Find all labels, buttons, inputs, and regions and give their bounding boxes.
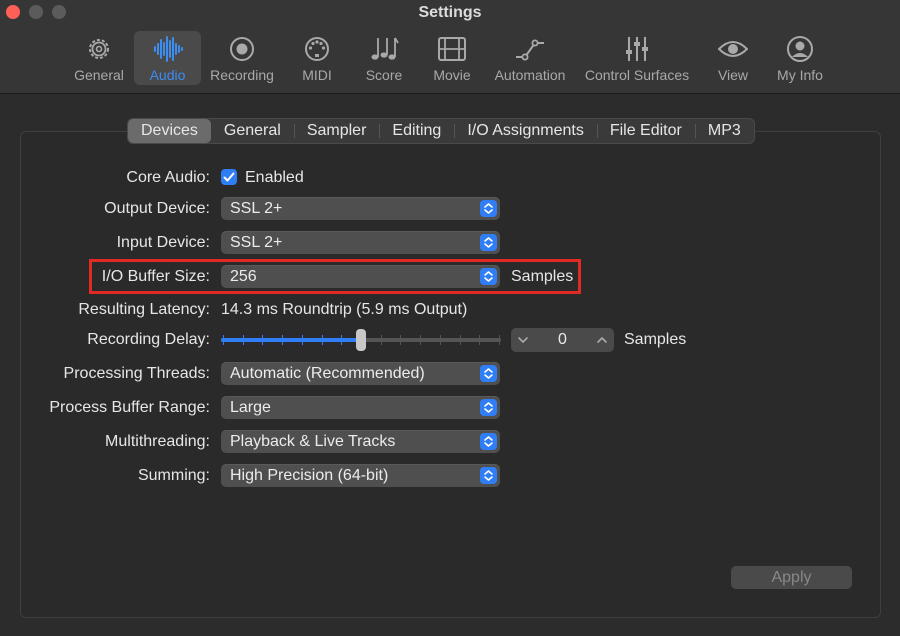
multithreading-label: Multithreading: [105, 433, 210, 450]
slider-tick [479, 335, 481, 345]
tab-general[interactable]: General [211, 119, 294, 143]
toolbar-label: Audio [149, 67, 186, 83]
slider-tick [282, 335, 284, 345]
output-device-value: SSL 2+ [230, 200, 283, 217]
toolbar-item-audio[interactable]: Audio [134, 31, 201, 85]
popup-chevrons-icon [480, 200, 497, 217]
toolbar-label: Automation [494, 67, 566, 83]
recording-delay-unit: Samples [624, 331, 687, 348]
apply-button[interactable]: Apply [731, 566, 852, 589]
summing-popup[interactable]: High Precision (64-bit) [221, 464, 500, 487]
slider-tick [262, 335, 264, 345]
faders-icon [626, 37, 648, 61]
toolbar-label: View [717, 67, 749, 83]
popup-chevrons-icon [480, 399, 497, 416]
resulting-latency-label: Resulting Latency: [78, 301, 210, 318]
process-buffer-range-popup[interactable]: Large [221, 396, 500, 419]
slider-tick [242, 335, 244, 345]
chevron-up-icon[interactable] [596, 334, 608, 346]
process-buffer-range-label: Process Buffer Range: [49, 399, 210, 416]
toolbar-item-general[interactable]: General [70, 31, 128, 85]
summing-label: Summing: [137, 467, 210, 484]
slider-tick [420, 335, 422, 345]
recording-delay-label: Recording Delay: [87, 331, 210, 348]
io-buffer-size-value: 256 [230, 268, 257, 285]
toolbar-label: Score [365, 67, 403, 83]
processing-threads-label: Processing Threads: [63, 365, 210, 382]
multithreading-popup[interactable]: Playback & Live Tracks [221, 430, 500, 453]
toolbar-item-automation[interactable]: Automation [492, 31, 568, 85]
input-device-label: Input Device: [116, 234, 210, 251]
midi-port-icon [305, 37, 329, 61]
automation-curve-icon [516, 39, 544, 61]
popup-chevrons-icon [480, 467, 497, 484]
core-audio-checkbox[interactable] [221, 169, 237, 185]
io-buffer-unit: Samples [511, 268, 574, 285]
tab-editing[interactable]: Editing [379, 119, 454, 143]
window-title: Settings [418, 4, 482, 21]
recording-delay-slider-thumb[interactable] [356, 329, 366, 351]
resulting-latency-value: 14.3 ms Roundtrip (5.9 ms Output) [221, 301, 468, 318]
toolbar-item-score[interactable]: Score [361, 31, 407, 85]
record-icon [230, 37, 254, 61]
process-buffer-range-value: Large [230, 399, 271, 416]
tab-sampler[interactable]: Sampler [293, 119, 380, 143]
film-icon [438, 37, 466, 61]
toolbar-item-recording[interactable]: Recording [207, 31, 277, 85]
output-device-popup[interactable]: SSL 2+ [221, 197, 500, 220]
tab-file-editor[interactable]: File Editor [596, 119, 695, 143]
popup-chevrons-icon [480, 365, 497, 382]
tab-devices[interactable]: Devices [128, 119, 211, 143]
popup-chevrons-icon [480, 433, 497, 450]
slider-tick [459, 335, 461, 345]
person-icon [787, 36, 813, 62]
popup-chevrons-icon [480, 234, 497, 251]
tab-io-assignments[interactable]: I/O Assignments [454, 119, 597, 143]
toolbar-label: Movie [433, 67, 471, 83]
slider-tick [341, 335, 343, 345]
window-toolbar: Settings General Audio Recording MIDI Sc… [0, 0, 900, 94]
recording-delay-stepper[interactable]: 0 [511, 328, 614, 352]
toolbar-label: MIDI [302, 67, 332, 83]
io-buffer-size-popup[interactable]: 256 [221, 265, 500, 288]
slider-tick [499, 335, 500, 345]
summing-value: High Precision (64-bit) [230, 467, 389, 484]
slider-tick [439, 335, 441, 345]
slider-tick [400, 335, 402, 345]
toolbar-item-midi[interactable]: MIDI [295, 31, 339, 85]
core-audio-enabled-label: Enabled [245, 169, 304, 186]
toolbar-label: Control Surfaces [584, 67, 690, 83]
processing-threads-popup[interactable]: Automatic (Recommended) [221, 362, 500, 385]
input-device-value: SSL 2+ [230, 234, 283, 251]
toolbar-item-control-surfaces[interactable]: Control Surfaces [581, 31, 693, 85]
toolbar-item-view[interactable]: View [712, 31, 754, 85]
eye-icon [718, 41, 748, 57]
processing-threads-value: Automatic (Recommended) [230, 365, 425, 382]
popup-chevrons-icon [480, 268, 497, 285]
multithreading-value: Playback & Live Tracks [230, 433, 396, 450]
toolbar-label: Recording [210, 67, 274, 83]
toolbar-item-movie[interactable]: Movie [429, 31, 475, 85]
toolbar-label: General [74, 67, 124, 83]
toolbar-label: My Info [777, 67, 823, 83]
input-device-popup[interactable]: SSL 2+ [221, 231, 500, 254]
audio-settings-tabs: Devices General Sampler Editing I/O Assi… [127, 118, 755, 144]
io-buffer-size-label: I/O Buffer Size: [101, 268, 210, 285]
core-audio-label: Core Audio: [126, 169, 210, 186]
checkmark-icon [223, 172, 235, 182]
waveform-icon [153, 36, 183, 62]
slider-tick [321, 335, 323, 345]
tab-mp3[interactable]: MP3 [694, 119, 754, 143]
music-notes-icon [371, 37, 399, 60]
gear-icon [89, 39, 109, 59]
slider-tick [223, 335, 224, 345]
slider-tick [380, 335, 382, 345]
output-device-label: Output Device: [104, 200, 210, 217]
slider-tick [301, 335, 303, 345]
toolbar-item-my-info[interactable]: My Info [773, 31, 827, 85]
